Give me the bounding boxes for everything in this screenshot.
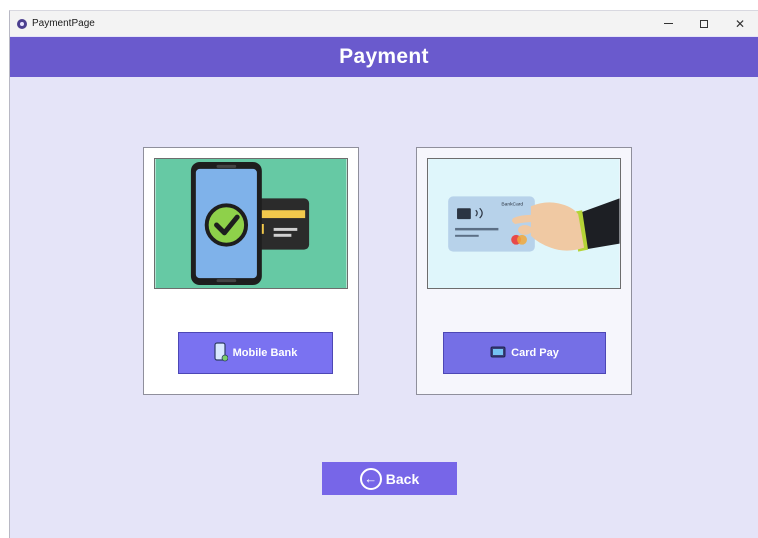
card-brand-text: BankCard (501, 201, 523, 207)
window-title: PaymentPage (32, 18, 95, 29)
title-bar[interactable]: PaymentPage ✕ (10, 11, 758, 36)
card-pay-image: BankCard (427, 158, 621, 289)
card-icon (490, 346, 506, 361)
back-button[interactable]: ← Back (322, 462, 457, 495)
hand-holding-bank-card-illustration: BankCard (428, 159, 620, 288)
card-pay-card: BankCard Card Pay (416, 147, 632, 395)
mobile-bank-button[interactable]: Mobile Bank (178, 332, 333, 374)
card-pay-button[interactable]: Card Pay (443, 332, 606, 374)
maximize-button[interactable] (686, 11, 722, 36)
app-icon (17, 18, 27, 29)
page-title: Payment (339, 45, 429, 68)
mobile-bank-card: Mobile Bank (143, 147, 359, 395)
window-controls: ✕ (650, 11, 758, 36)
maximize-icon (700, 19, 708, 28)
page-header: Payment (10, 37, 758, 77)
close-button[interactable]: ✕ (722, 11, 758, 36)
back-label: Back (385, 470, 420, 487)
card-pay-label: Card Pay (511, 347, 559, 359)
payment-window: PaymentPage ✕ Payment Mobile Bank BankCa… (9, 10, 758, 538)
mobile-bank-label: Mobile Bank (232, 347, 298, 359)
minimize-button[interactable] (650, 11, 686, 36)
mobile-phone-icon (213, 341, 228, 365)
close-icon: ✕ (734, 16, 746, 31)
mobile-bank-image (154, 158, 348, 289)
minimize-icon (663, 23, 673, 24)
back-arrow-icon: ← (359, 467, 382, 490)
phone-with-check-and-card-illustration (155, 159, 347, 288)
